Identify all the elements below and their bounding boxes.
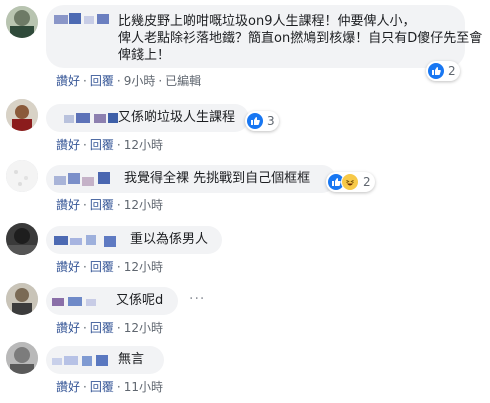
comment-text: 比幾皮野上啲咁嘅垃圾on9人生課程！仲要俾人小， 俾人老點除衫落地鐵？簡直on撚…: [118, 14, 483, 63]
reaction-count: 2: [363, 175, 371, 189]
avatar-image: [6, 342, 38, 374]
reply-link[interactable]: 回覆: [90, 138, 114, 152]
separator: ·: [83, 198, 87, 212]
comment-text: 無言: [118, 352, 145, 367]
comment-text: 又係啲垃圾人生課程: [118, 110, 236, 125]
thumbs-up-icon: [428, 63, 444, 79]
avatar-image: [6, 223, 38, 255]
separator: ·: [83, 74, 87, 88]
avatar-image: [6, 6, 38, 38]
thumbs-up-icon: [247, 113, 263, 129]
separator: ·: [83, 260, 87, 274]
separator: ·: [116, 260, 121, 274]
like-link[interactable]: 讚好: [56, 74, 80, 88]
reaction-summary[interactable]: 3: [245, 111, 279, 131]
comment-bubble: 無言: [46, 346, 164, 374]
separator: ·: [116, 138, 121, 152]
haha-face-icon: [341, 173, 359, 191]
reply-link[interactable]: 回覆: [90, 74, 114, 88]
like-link[interactable]: 讚好: [56, 198, 80, 212]
author-name-redacted: [52, 355, 108, 366]
separator: ·: [158, 74, 163, 88]
separator: ·: [83, 321, 87, 335]
timestamp[interactable]: 12小時: [124, 321, 163, 335]
author-name-redacted: [54, 235, 116, 247]
author-name-redacted: [52, 297, 96, 306]
reply-link[interactable]: 回覆: [90, 321, 114, 335]
avatar[interactable]: [6, 283, 38, 315]
comment-bubble: 我覺得全裸 先挑戰到自己個框框: [46, 165, 336, 193]
comment-actions: 讚好 · 回覆 · 12小時: [56, 136, 163, 153]
comment-bubble: 比幾皮野上啲咁嘅垃圾on9人生課程！仲要俾人小， 俾人老點除衫落地鐵？簡直on撚…: [46, 5, 482, 68]
comment-bubble: 又係呢d: [46, 287, 178, 315]
like-link[interactable]: 讚好: [56, 260, 80, 274]
comment-actions: 讚好 · 回覆 · 12小時: [56, 319, 163, 336]
timestamp[interactable]: 12小時: [124, 260, 163, 274]
avatar-image: [6, 99, 38, 131]
comment-bubble: 又係啲垃圾人生課程: [46, 104, 249, 132]
reaction-summary[interactable]: 2: [326, 172, 375, 192]
timestamp[interactable]: 11小時: [124, 380, 163, 394]
separator: ·: [116, 321, 121, 335]
like-link[interactable]: 讚好: [56, 380, 80, 394]
comment-text: 我覺得全裸 先挑戰到自己個框框: [124, 171, 311, 186]
author-name-redacted: [64, 113, 118, 123]
reaction-count: 2: [448, 64, 456, 78]
comment-text: 重以為係男人: [130, 232, 209, 247]
reply-link[interactable]: 回覆: [90, 380, 114, 394]
like-link[interactable]: 讚好: [56, 138, 80, 152]
edited-label[interactable]: 已編輯: [165, 74, 201, 88]
separator: ·: [116, 198, 121, 212]
avatar[interactable]: [6, 342, 38, 374]
comment-actions: 讚好 · 回覆 · 11小時: [56, 378, 163, 395]
separator: ·: [83, 380, 87, 394]
separator: ·: [116, 74, 121, 88]
reply-link[interactable]: 回覆: [90, 260, 114, 274]
separator: ·: [83, 138, 87, 152]
avatar[interactable]: [6, 160, 38, 192]
reaction-summary[interactable]: 2: [426, 61, 460, 81]
author-name-redacted: [54, 13, 109, 24]
reply-link[interactable]: 回覆: [90, 198, 114, 212]
timestamp[interactable]: 12小時: [124, 138, 163, 152]
comment-actions: 讚好 · 回覆 · 12小時: [56, 258, 163, 275]
timestamp[interactable]: 9小時: [124, 74, 156, 88]
avatar[interactable]: [6, 6, 38, 38]
like-link[interactable]: 讚好: [56, 321, 80, 335]
comment-actions: 讚好 · 回覆 · 9小時 · 已編輯: [56, 72, 201, 89]
avatar[interactable]: [6, 99, 38, 131]
comment-bubble: 重以為係男人: [46, 226, 222, 254]
reaction-count: 3: [267, 114, 275, 128]
avatar-image: [6, 160, 38, 192]
more-options-icon[interactable]: ···: [189, 291, 205, 307]
comment-text: 又係呢d: [116, 293, 164, 308]
avatar[interactable]: [6, 223, 38, 255]
separator: ·: [116, 380, 121, 394]
avatar-image: [6, 283, 38, 315]
timestamp[interactable]: 12小時: [124, 198, 163, 212]
comment-actions: 讚好 · 回覆 · 12小時: [56, 196, 163, 213]
author-name-redacted: [54, 172, 110, 186]
